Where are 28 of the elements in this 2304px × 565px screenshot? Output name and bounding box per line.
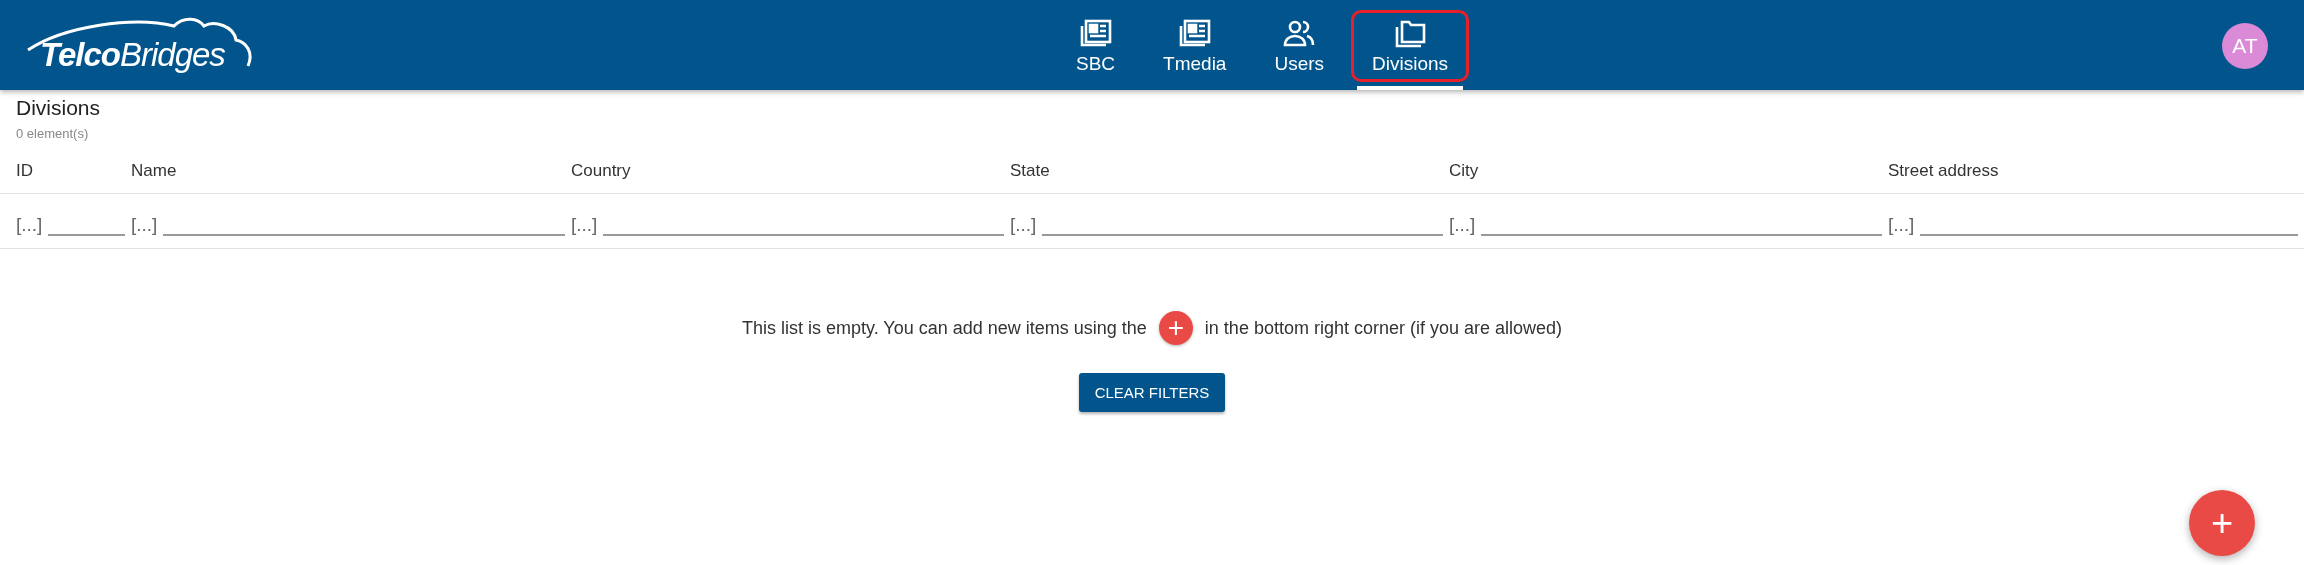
column-header[interactable]: City: [1449, 161, 1888, 181]
empty-message: This list is empty. You can add new items using the: [741, 317, 1147, 339]
column-header[interactable]: State: [1010, 161, 1449, 181]
filter-mode-toggle[interactable]: [...]: [16, 214, 43, 236]
empty-message: in the bottom right corner (if you are allowed): [1204, 317, 1563, 339]
filter-mode-toggle[interactable]: [...]: [1449, 214, 1476, 236]
filter-mode-toggle[interactable]: [...]: [1888, 214, 1915, 236]
column-header[interactable]: Country: [571, 161, 1010, 181]
filter-mode-toggle[interactable]: [...]: [131, 214, 158, 236]
clear-filters-button[interactable]: CLEAR FILTERS: [1078, 373, 1226, 412]
column-header[interactable]: ID: [16, 161, 131, 181]
nav-tab[interactable]: Divisions: [1351, 10, 1470, 82]
element-count: 0 element(s): [16, 126, 90, 141]
folders-icon: [1393, 19, 1428, 49]
column-header[interactable]: Name: [131, 161, 571, 181]
users-icon: [1282, 19, 1317, 49]
nav-tab[interactable]: Tmedia: [1142, 10, 1248, 82]
filter-mode-toggle[interactable]: [...]: [571, 214, 598, 236]
logo-text: TelcoBridges: [40, 36, 225, 74]
nav-tab[interactable]: Users: [1253, 10, 1346, 82]
add-icon: +: [1158, 311, 1193, 345]
nav-tab[interactable]: SBC: [1055, 10, 1137, 82]
column-header[interactable]: Street address: [1888, 161, 2304, 181]
add-button[interactable]: +: [2189, 490, 2255, 556]
newspaper-icon: [1078, 19, 1113, 49]
page-title: Divisions: [16, 96, 102, 120]
filter-mode-toggle[interactable]: [...]: [1010, 214, 1037, 236]
newspaper-icon: [1177, 19, 1212, 49]
